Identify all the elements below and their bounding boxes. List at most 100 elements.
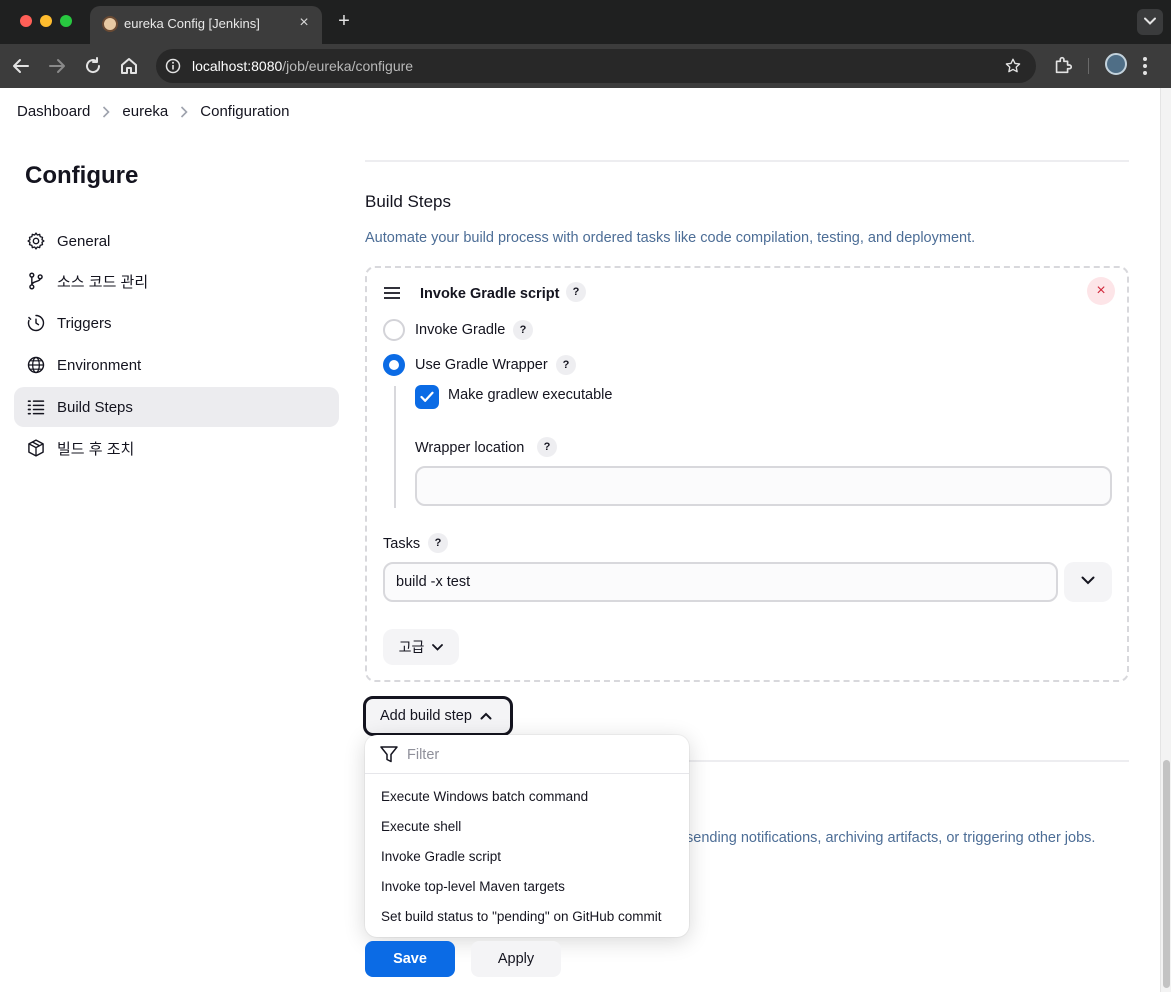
help-icon[interactable]: ? [556,355,576,375]
nested-options-line [394,386,396,508]
tab-title: eureka Config [Jenkins] [124,16,260,31]
browser-toolbar: localhost:8080/job/eureka/configure [0,44,1171,88]
arrow-right-icon [49,59,65,73]
radio-use-gradle-wrapper-label[interactable]: Use Gradle Wrapper [415,357,548,373]
checkmark-icon [420,391,434,402]
menu-item-invoke-maven[interactable]: Invoke top-level Maven targets [381,879,565,894]
scrollbar-thumb[interactable] [1163,760,1170,988]
package-icon [28,439,44,457]
sidebar-item-label: General [57,232,111,250]
post-build-description: sending notifications, archiving artifac… [686,830,1096,846]
breadcrumb-eureka[interactable]: eureka [122,103,168,120]
menu-item-invoke-gradle[interactable]: Invoke Gradle script [381,849,501,864]
help-icon[interactable]: ? [566,282,586,302]
home-button[interactable] [117,54,141,78]
make-gradlew-executable-checkbox[interactable] [415,385,439,409]
window-maximize-button[interactable] [60,15,72,27]
chevron-up-icon [480,712,492,720]
reload-button[interactable] [81,54,105,78]
home-icon [121,58,137,74]
timer-icon [27,314,45,332]
sidebar-item-triggers[interactable]: Triggers [14,303,339,343]
globe-icon [27,356,45,374]
window-minimize-button[interactable] [40,15,52,27]
page-scrollbar[interactable] [1160,88,1171,992]
menu-item-windows-batch[interactable]: Execute Windows batch command [381,789,588,804]
radio-use-gradle-wrapper[interactable] [383,354,405,376]
sidebar-item-label: Triggers [57,314,112,332]
help-icon[interactable]: ? [428,533,448,553]
tasks-expand-button[interactable] [1064,562,1112,602]
back-button[interactable] [9,54,33,78]
sidebar-item-label: 소스 코드 관리 [57,273,149,291]
advanced-button-label: 고급 [398,639,425,655]
step-title: Invoke Gradle script [420,286,560,302]
breadcrumb-chevron-icon [180,105,188,118]
breadcrumb-chevron-icon [102,105,111,118]
url-text: localhost:8080/job/eureka/configure [192,58,414,74]
make-gradlew-executable-label[interactable]: Make gradlew executable [448,387,612,403]
gradle-step-card: Invoke Gradle script ? × Invoke Gradle ?… [365,266,1129,682]
arrow-left-icon [13,59,29,73]
remove-step-close-icon[interactable]: × [1087,277,1115,305]
jenkins-favicon-icon [102,16,118,32]
add-build-step-label: Add build step [380,708,472,724]
browser-tab[interactable]: eureka Config [Jenkins] × [90,6,322,44]
help-icon[interactable]: ? [513,320,533,340]
sidebar-item-label: Environment [57,356,142,374]
list-icon [27,400,45,415]
apply-button[interactable]: Apply [471,941,561,977]
tasks-input[interactable] [383,562,1058,602]
sidebar-item-label: 빌드 후 조치 [57,440,135,458]
sidebar-item-general[interactable]: General [14,221,339,261]
gear-icon [27,232,45,250]
browser-tab-bar: eureka Config [Jenkins] × + [0,0,1171,44]
dropdown-filter [365,735,689,774]
radio-invoke-gradle-label[interactable]: Invoke Gradle [415,322,505,338]
tab-close-icon[interactable]: × [294,13,314,33]
new-tab-button[interactable]: + [334,10,354,32]
advanced-button[interactable]: 고급 [383,629,459,665]
build-step-dropdown: Execute Windows batch command Execute sh… [365,735,689,937]
forward-button[interactable] [45,54,69,78]
tasks-label: Tasks [383,536,421,552]
menu-item-execute-shell[interactable]: Execute shell [381,819,461,834]
extensions-puzzle-icon[interactable] [1052,54,1074,76]
branch-icon [29,272,43,290]
page-content: Dashboard eureka Configuration Configure… [0,88,1160,992]
sidebar-item-build-steps[interactable]: Build Steps [14,387,339,427]
sidebar-item-source-code[interactable]: 소스 코드 관리 [14,261,339,301]
chevron-down-icon [1144,17,1156,25]
more-menu-icon[interactable] [1142,56,1148,76]
reload-icon [86,57,101,74]
filter-icon [380,746,398,763]
breadcrumb-configuration[interactable]: Configuration [200,103,289,120]
page-title: Configure [25,162,139,189]
address-bar[interactable]: localhost:8080/job/eureka/configure [156,49,1036,83]
site-info-icon[interactable] [165,58,181,74]
toolbar-separator [1088,58,1089,74]
menu-item-github-status[interactable]: Set build status to "pending" on GitHub … [381,909,661,924]
help-icon[interactable]: ? [537,437,557,457]
sidebar-item-post-build[interactable]: 빌드 후 조치 [14,428,339,468]
profile-avatar[interactable] [1105,53,1127,75]
filter-input[interactable] [407,743,667,767]
save-button[interactable]: Save [365,941,455,977]
breadcrumb-dashboard[interactable]: Dashboard [17,103,90,120]
drag-handle-icon[interactable] [384,287,400,299]
radio-invoke-gradle[interactable] [383,319,405,341]
chevron-down-icon [432,643,444,651]
bookmark-star-icon[interactable] [1004,57,1022,75]
tab-search-button[interactable] [1137,9,1163,35]
build-steps-description: Automate your build process with ordered… [365,230,976,246]
sidebar-item-label: Build Steps [57,398,133,416]
wrapper-location-label: Wrapper location [415,440,525,456]
add-build-step-button[interactable]: Add build step [363,696,513,736]
window-close-button[interactable] [20,15,32,27]
breadcrumb: Dashboard eureka Configuration [0,88,1160,135]
chevron-down-icon [1081,576,1095,585]
wrapper-location-input[interactable] [415,466,1112,506]
section-divider [365,160,1129,162]
sidebar-item-environment[interactable]: Environment [14,345,339,385]
build-steps-title: Build Steps [365,192,451,211]
